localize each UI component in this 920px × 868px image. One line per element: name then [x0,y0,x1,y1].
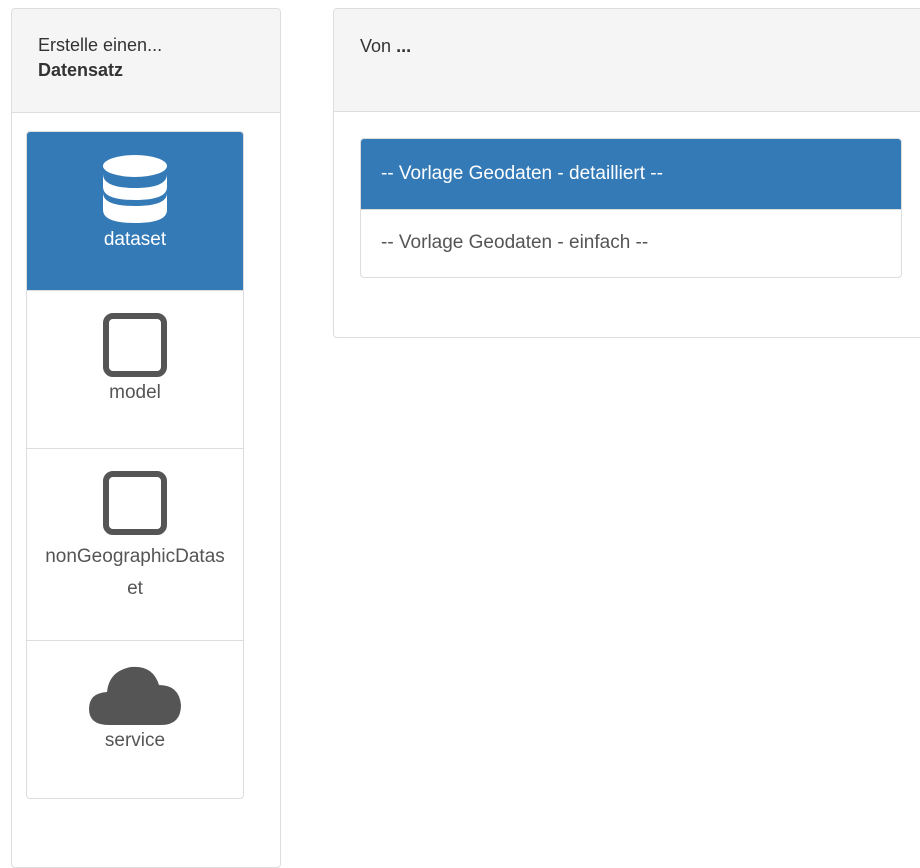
template-list: -- Vorlage Geodaten - detailliert -- -- … [360,138,902,278]
cloud-icon [89,666,181,725]
square-icon [103,313,167,377]
type-item-service[interactable]: service [27,640,243,798]
from-heading-prefix: Von [360,36,392,56]
create-type-heading: Erstelle einen... Datensatz [12,9,280,113]
template-panel: Von ... -- Vorlage Geodaten - detaillier… [333,8,920,338]
template-item-einfach[interactable]: -- Vorlage Geodaten - einfach -- [361,209,901,277]
square-icon [103,471,167,535]
type-label-service: service [104,730,166,751]
create-heading-value: Datensatz [38,60,124,80]
type-label-nongeographicdataset: nonGeographicDataset [45,546,225,599]
type-list: dataset model nonGeographicDataset servi… [26,131,244,799]
type-label-model: model [109,382,161,403]
type-item-dataset[interactable]: dataset [27,132,243,290]
type-item-nongeographicdataset[interactable]: nonGeographicDataset [27,448,243,640]
type-label-dataset: dataset [103,229,167,250]
create-heading-prefix: Erstelle einen... [38,35,163,55]
template-item-detailliert[interactable]: -- Vorlage Geodaten - detailliert -- [361,139,901,209]
type-item-model[interactable]: model [27,290,243,448]
from-heading-value: ... [396,36,412,56]
database-icon [103,155,167,223]
template-panel-heading: Von ... [334,9,920,112]
